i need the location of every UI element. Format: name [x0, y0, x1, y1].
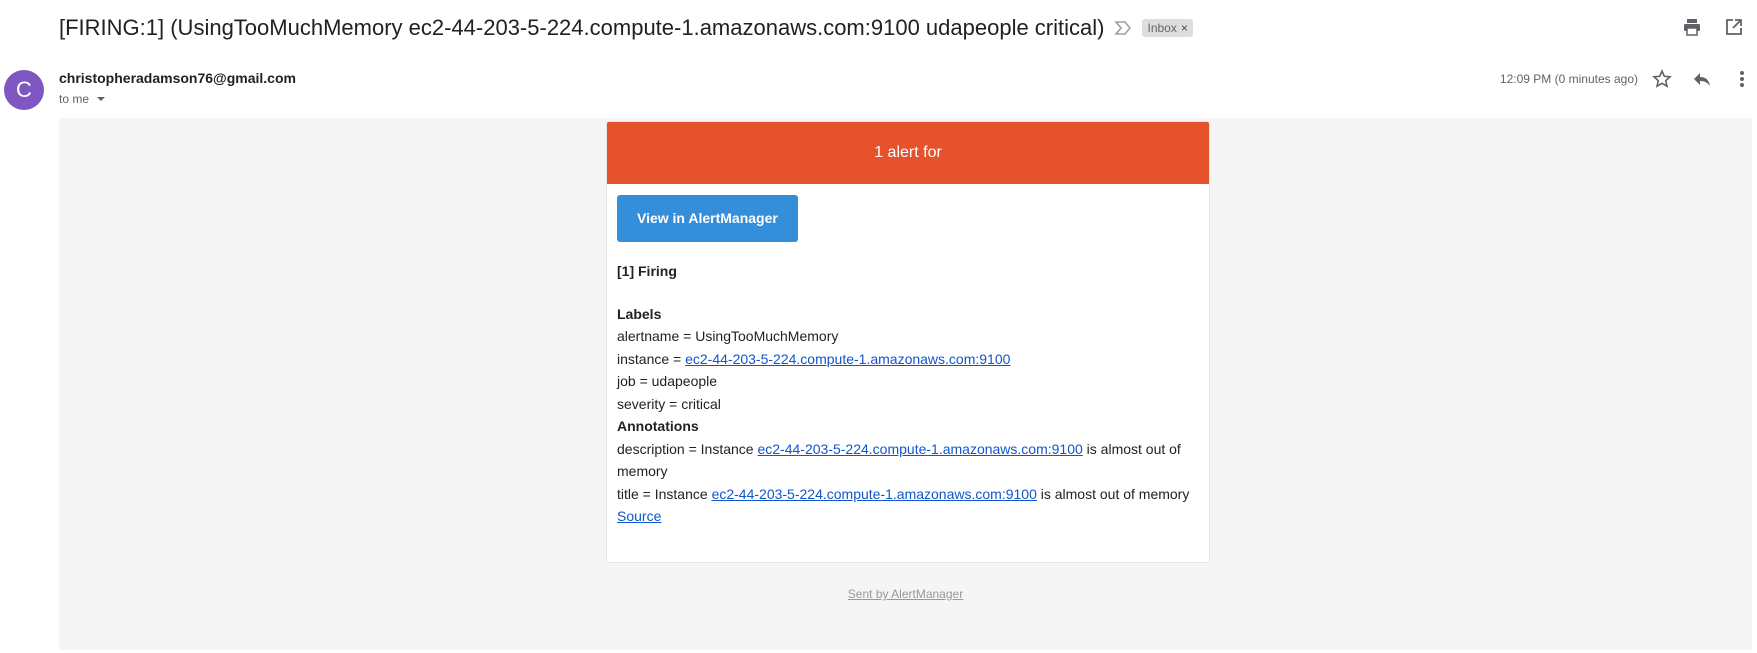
- inbox-label: Inbox: [1147, 21, 1177, 35]
- description-prefix: description = Instance: [617, 440, 758, 457]
- print-icon[interactable]: [1681, 16, 1703, 38]
- labels-heading: Labels: [617, 305, 662, 322]
- sender-email: christopheradamson76@gmail.com: [59, 70, 296, 86]
- firing-count: [1] Firing: [617, 263, 677, 279]
- instance-prefix: instance =: [617, 350, 686, 367]
- message-actions: [1651, 68, 1753, 90]
- view-in-alertmanager-button[interactable]: View in AlertManager: [617, 195, 798, 242]
- title-instance-link[interactable]: ec2-44-203-5-224.compute-1.amazonaws.com…: [712, 486, 1037, 502]
- alert-content: View in AlertManager [1] Firing Labels a…: [607, 184, 1209, 528]
- label-instance: instance = ec2-44-203-5-224.compute-1.am…: [617, 348, 1199, 371]
- source-link[interactable]: Source: [617, 508, 661, 524]
- inbox-label-chip: Inbox ×: [1142, 19, 1193, 37]
- importance-icon[interactable]: [1114, 21, 1132, 35]
- star-icon[interactable]: [1651, 68, 1673, 90]
- recipient-label: to me: [59, 92, 90, 106]
- label-alertname: alertname = UsingTooMuchMemory: [617, 328, 839, 344]
- annotation-title: title = Instance ec2-44-203-5-224.comput…: [617, 483, 1199, 506]
- title-prefix: title = Instance: [617, 485, 712, 502]
- chevron-down-icon: [97, 97, 106, 101]
- description-instance-link[interactable]: ec2-44-203-5-224.compute-1.amazonaws.com…: [757, 441, 1082, 457]
- email-footer: Sent by AlertManager: [59, 587, 1752, 601]
- alert-card: 1 alert for View in AlertManager [1] Fir…: [606, 121, 1210, 563]
- sent-by-alertmanager-link[interactable]: Sent by AlertManager: [848, 587, 963, 601]
- email-subject: [FIRING:1] (UsingTooMuchMemory ec2-44-20…: [59, 15, 1105, 40]
- recipient-details-toggle[interactable]: to me: [59, 92, 106, 106]
- label-severity: severity = critical: [617, 395, 721, 412]
- instance-link[interactable]: ec2-44-203-5-224.compute-1.amazonaws.com…: [685, 351, 1010, 367]
- label-job: job = udapeople: [617, 373, 718, 389]
- annotation-description: description = Instance ec2-44-203-5-224.…: [617, 438, 1199, 483]
- timestamp: 12:09 PM (0 minutes ago): [1499, 72, 1638, 86]
- alert-banner: 1 alert for: [607, 122, 1209, 184]
- avatar: C: [4, 70, 44, 110]
- reply-icon[interactable]: [1691, 68, 1713, 90]
- title-suffix: is almost out of memory: [1036, 485, 1190, 502]
- subject-row: [FIRING:1] (UsingTooMuchMemory ec2-44-20…: [59, 12, 1193, 44]
- more-icon[interactable]: [1731, 68, 1753, 90]
- top-toolbar: [1681, 16, 1745, 38]
- open-in-new-window-icon[interactable]: [1723, 16, 1745, 38]
- remove-label-icon[interactable]: ×: [1181, 21, 1188, 35]
- annotations-heading: Annotations: [617, 418, 699, 434]
